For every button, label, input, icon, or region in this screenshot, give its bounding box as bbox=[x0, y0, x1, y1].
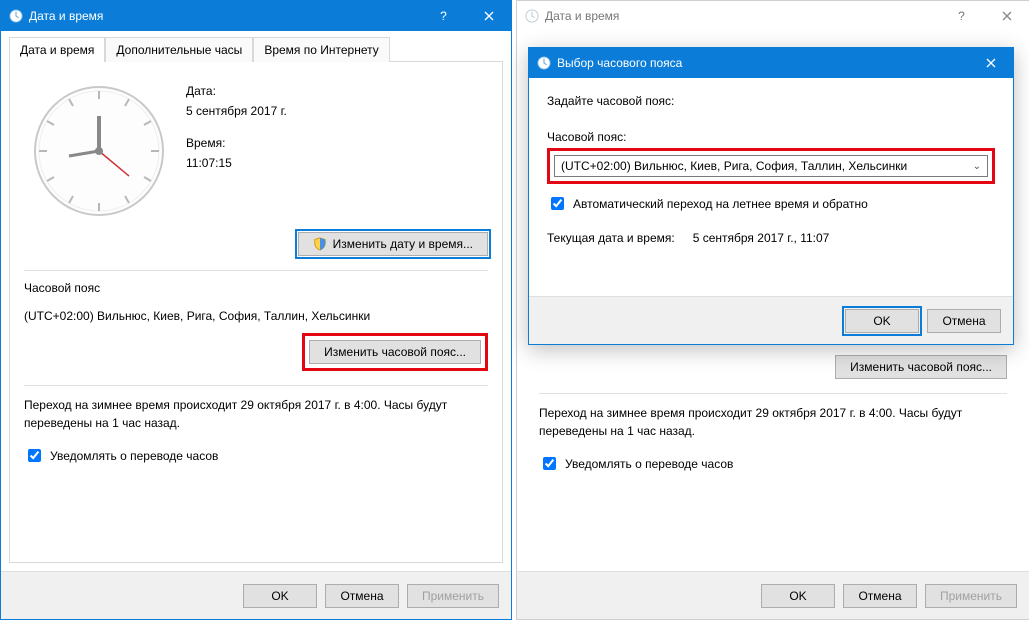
dst-info: Переход на зимнее время происходит 29 ок… bbox=[539, 404, 1007, 440]
combo-label: Часовой пояс: bbox=[547, 130, 995, 144]
close-icon bbox=[484, 11, 494, 21]
auto-dst-checkbox-input[interactable] bbox=[551, 197, 564, 210]
chevron-down-icon: ⌄ bbox=[973, 161, 981, 172]
current-datetime-value: 5 сентября 2017 г., 11:07 bbox=[693, 231, 830, 245]
dialog-buttons: OK Отмена Применить bbox=[1, 571, 511, 619]
notify-checkbox[interactable]: Уведомлять о переводе часов bbox=[539, 454, 1007, 473]
close-button[interactable] bbox=[466, 1, 511, 31]
apply-button[interactable]: Применить bbox=[925, 584, 1017, 608]
auto-dst-checkbox[interactable]: Автоматический переход на летнее время и… bbox=[547, 194, 995, 213]
timezone-value: (UTC+02:00) Вильнюс, Киев, Рига, София, … bbox=[24, 309, 488, 323]
titlebar[interactable]: Дата и время ? bbox=[517, 1, 1029, 31]
analog-clock bbox=[24, 76, 174, 226]
help-button[interactable]: ? bbox=[939, 1, 984, 31]
ok-button[interactable]: OK bbox=[243, 584, 317, 608]
cancel-button[interactable]: Отмена bbox=[927, 309, 1001, 333]
uac-shield-icon bbox=[313, 237, 327, 251]
prompt-text: Задайте часовой пояс: bbox=[547, 94, 995, 108]
cancel-button[interactable]: Отмена bbox=[325, 584, 399, 608]
notify-checkbox-input[interactable] bbox=[543, 457, 556, 470]
ok-button[interactable]: OK bbox=[761, 584, 835, 608]
timezone-select-dialog: Выбор часового пояса Задайте часовой поя… bbox=[528, 47, 1014, 345]
close-icon bbox=[986, 58, 996, 68]
highlight-box: (UTC+02:00) Вильнюс, Киев, Рига, София, … bbox=[547, 148, 995, 184]
datetime-icon bbox=[537, 56, 551, 70]
close-button[interactable] bbox=[968, 48, 1013, 78]
titlebar[interactable]: Выбор часового пояса bbox=[529, 48, 1013, 78]
date-label: Дата: bbox=[186, 84, 287, 98]
current-datetime-label: Текущая дата и время: bbox=[547, 231, 675, 245]
date-time-info: Дата: 5 сентября 2017 г. Время: 11:07:15 bbox=[174, 76, 287, 226]
window-title: Дата и время bbox=[545, 9, 619, 23]
time-label: Время: bbox=[186, 136, 287, 150]
notify-checkbox-input[interactable] bbox=[28, 449, 41, 462]
close-button[interactable] bbox=[984, 1, 1029, 31]
help-button[interactable]: ? bbox=[421, 1, 466, 31]
close-icon bbox=[1002, 11, 1012, 21]
change-date-time-button[interactable]: Изменить дату и время... bbox=[298, 232, 488, 256]
timezone-combobox[interactable]: (UTC+02:00) Вильнюс, Киев, Рига, София, … bbox=[554, 155, 988, 177]
client-area: Дата и время Дополнительные часы Время п… bbox=[1, 31, 511, 619]
apply-button[interactable]: Применить bbox=[407, 584, 499, 608]
notify-checkbox[interactable]: Уведомлять о переводе часов bbox=[24, 446, 488, 465]
dialog-buttons: OK Отмена Применить bbox=[517, 571, 1029, 619]
change-timezone-button[interactable]: Изменить часовой пояс... bbox=[309, 340, 481, 364]
titlebar[interactable]: Дата и время ? bbox=[1, 1, 511, 31]
datetime-icon bbox=[9, 9, 23, 23]
change-timezone-button[interactable]: Изменить часовой пояс... bbox=[835, 355, 1007, 379]
cancel-button[interactable]: Отмена bbox=[843, 584, 917, 608]
modal-title: Выбор часового пояса bbox=[557, 56, 682, 70]
tab-internet-time[interactable]: Время по Интернету bbox=[253, 37, 389, 62]
timezone-heading: Часовой пояс bbox=[24, 281, 488, 295]
tab-date-time[interactable]: Дата и время bbox=[9, 37, 105, 62]
highlight-box: Изменить часовой пояс... bbox=[302, 333, 488, 371]
date-time-window-left: Дата и время ? Дата и время Дополнительн… bbox=[0, 0, 512, 620]
modal-body: Задайте часовой пояс: Часовой пояс: (UTC… bbox=[529, 78, 1013, 296]
tabs: Дата и время Дополнительные часы Время п… bbox=[1, 31, 511, 61]
datetime-icon bbox=[525, 9, 539, 23]
date-value: 5 сентября 2017 г. bbox=[186, 104, 287, 118]
time-value: 11:07:15 bbox=[186, 156, 287, 170]
tab-additional-clocks[interactable]: Дополнительные часы bbox=[105, 37, 253, 62]
tab-panel: Дата: 5 сентября 2017 г. Время: 11:07:15… bbox=[9, 61, 503, 563]
window-title: Дата и время bbox=[29, 9, 103, 23]
ok-button[interactable]: OK bbox=[845, 309, 919, 333]
modal-buttons: OK Отмена bbox=[529, 296, 1013, 344]
dst-info: Переход на зимнее время происходит 29 ок… bbox=[24, 396, 488, 432]
clock-icon bbox=[29, 81, 169, 221]
